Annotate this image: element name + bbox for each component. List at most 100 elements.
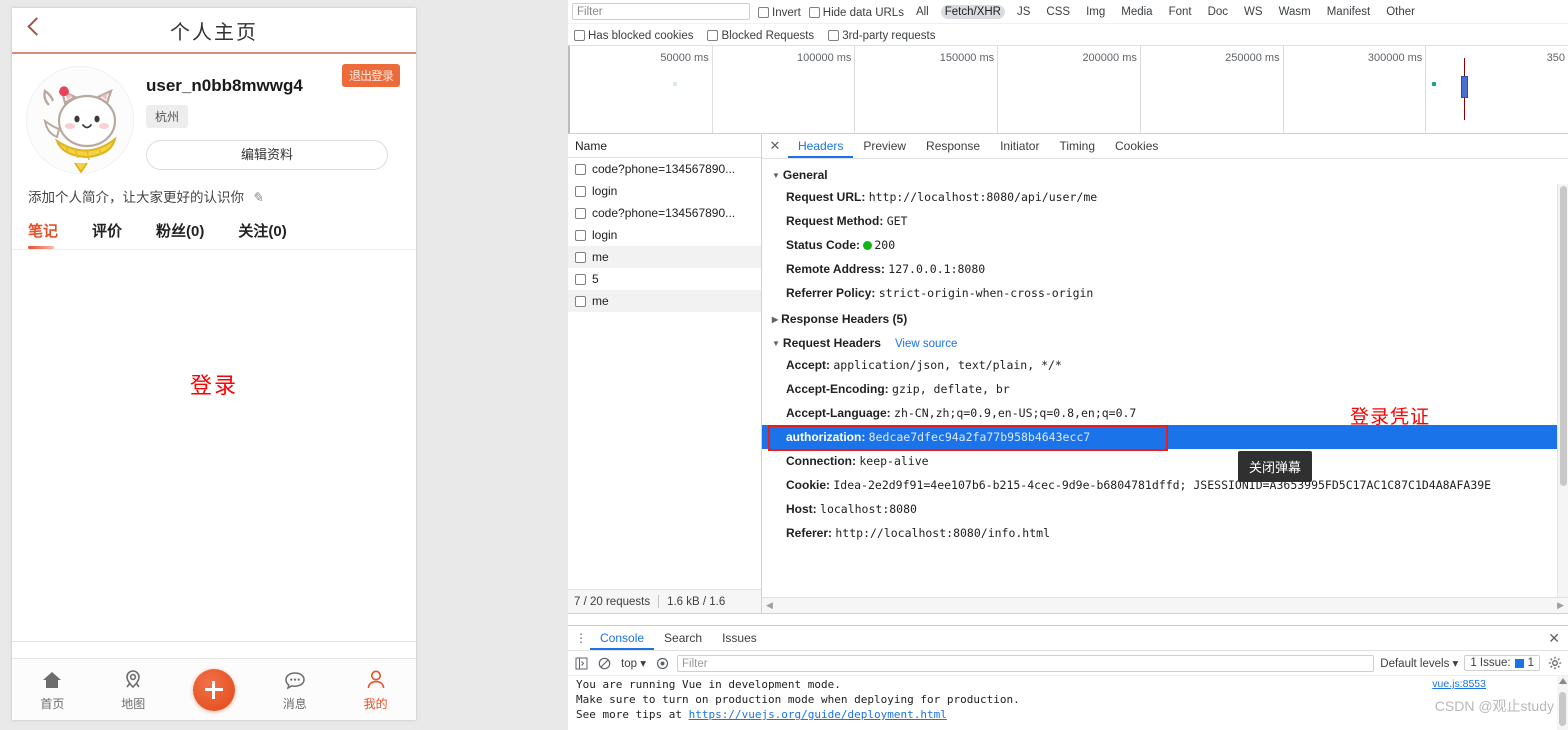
has-blocked-cookies-checkbox[interactable]: Has blocked cookies: [574, 28, 693, 42]
authorization-header-row[interactable]: authorization: 8edcae7dfec94a2fa77b958b4…: [762, 425, 1568, 449]
row-checkbox[interactable]: [575, 207, 586, 219]
close-icon[interactable]: ✕: [1548, 630, 1560, 647]
type-filter-doc[interactable]: Doc: [1204, 5, 1232, 19]
type-filter-js[interactable]: JS: [1013, 5, 1034, 19]
tabbar-item-publish[interactable]: [174, 668, 255, 711]
header-key: authorization:: [786, 430, 866, 444]
phone-screen: 个人主页 user_n0bb8mwwg4 杭州 编辑资料 退出登录 添加个人简介…: [12, 8, 416, 720]
log-levels-select[interactable]: Default levels ▾: [1380, 656, 1458, 670]
scroll-right-arrow[interactable]: ▶: [1557, 600, 1564, 611]
issues-count: 1: [1527, 657, 1534, 669]
tab-console[interactable]: Console: [590, 626, 655, 650]
log-source-link[interactable]: vue.js:8553: [1432, 677, 1486, 692]
bio-placeholder[interactable]: 添加个人简介，让大家更好的认识你 ✎: [12, 174, 416, 206]
table-row[interactable]: code?phone=134567890...: [568, 158, 761, 180]
tabbar-item-messages[interactable]: 消息: [254, 667, 335, 712]
edit-profile-button[interactable]: 编辑资料: [146, 140, 388, 170]
csdn-watermark: CSDN @观止study: [1434, 698, 1554, 714]
invert-label: Invert: [772, 6, 801, 19]
blocked-requests-checkbox[interactable]: Blocked Requests: [707, 28, 814, 42]
issues-button[interactable]: 1 Issue: 1: [1464, 655, 1540, 671]
execution-context-select[interactable]: top ▾: [619, 656, 648, 670]
view-source-link[interactable]: View source: [895, 338, 957, 350]
scrollbar-thumb[interactable]: [1560, 186, 1567, 486]
tab-reviews[interactable]: 评价: [92, 220, 122, 249]
console-vertical-scrollbar[interactable]: [1557, 676, 1568, 730]
row-checkbox[interactable]: [575, 273, 586, 285]
tabbar-item-home[interactable]: 首页: [12, 667, 93, 712]
overview-tick-6: 300000 ms: [1367, 52, 1423, 64]
row-checkbox[interactable]: [575, 295, 586, 307]
plus-button-icon[interactable]: [192, 668, 235, 711]
tabbar-item-map[interactable]: 地图: [93, 667, 174, 712]
row-checkbox[interactable]: [575, 229, 586, 241]
logout-button[interactable]: 退出登录: [341, 64, 400, 87]
table-row[interactable]: login: [568, 180, 761, 202]
tab-initiator[interactable]: Initiator: [990, 134, 1049, 158]
tab-response[interactable]: Response: [916, 134, 990, 158]
tab-headers[interactable]: Headers: [788, 134, 854, 158]
third-party-requests-checkbox[interactable]: 3rd-party requests: [828, 28, 936, 42]
type-filter-other[interactable]: Other: [1382, 5, 1419, 19]
table-row[interactable]: code?phone=134567890...: [568, 202, 761, 224]
authorization-row-wrapper: authorization: 8edcae7dfec94a2fa77b958b4…: [762, 425, 1568, 451]
table-row[interactable]: 5: [568, 268, 761, 290]
scroll-left-arrow[interactable]: ◀: [766, 600, 773, 611]
detail-vertical-scrollbar[interactable]: [1557, 184, 1568, 597]
tab-timing[interactable]: Timing: [1049, 134, 1105, 158]
close-danmaku-tooltip[interactable]: 关闭弹幕: [1238, 451, 1313, 482]
type-filter-manifest[interactable]: Manifest: [1323, 5, 1374, 19]
clear-console-icon[interactable]: [596, 655, 613, 672]
response-headers-section[interactable]: ▶ Response Headers (5): [762, 309, 1568, 329]
type-filter-font[interactable]: Font: [1165, 5, 1196, 19]
overview-cell: 200000 ms: [998, 46, 1141, 133]
type-filter-css[interactable]: CSS: [1042, 5, 1074, 19]
blocked-requests-label: Blocked Requests: [721, 29, 815, 42]
type-filter-media[interactable]: Media: [1117, 5, 1156, 19]
request-headers-section[interactable]: ▼ Request Headers View source: [762, 333, 1568, 353]
tab-following[interactable]: 关注(0): [238, 220, 286, 249]
row-checkbox[interactable]: [575, 163, 586, 175]
hide-data-urls-checkbox[interactable]: Hide data URLs: [808, 5, 904, 19]
invert-checkbox[interactable]: Invert: [758, 5, 801, 19]
network-filter-input[interactable]: Filter: [572, 3, 750, 20]
pencil-icon[interactable]: ✎: [252, 190, 263, 205]
tabbar-item-mine[interactable]: 我的: [335, 667, 416, 712]
scroll-up-arrow-icon[interactable]: [1559, 678, 1567, 684]
tab-preview[interactable]: Preview: [853, 134, 916, 158]
row-checkbox[interactable]: [575, 185, 586, 197]
scrollbar-thumb[interactable]: [1559, 692, 1566, 726]
type-filter-all[interactable]: All: [912, 5, 933, 19]
tab-cookies[interactable]: Cookies: [1105, 134, 1168, 158]
table-row-selected[interactable]: me: [568, 290, 761, 312]
tab-followers[interactable]: 粉丝(0): [156, 220, 204, 249]
column-header-name[interactable]: Name: [568, 134, 761, 158]
vuejs-deployment-link[interactable]: https://vuejs.org/guide/deployment.html: [689, 708, 947, 721]
request-name: code?phone=134567890...: [592, 162, 736, 176]
type-filter-wasm[interactable]: Wasm: [1275, 5, 1315, 19]
type-filter-fetch-xhr[interactable]: Fetch/XHR: [940, 4, 1005, 19]
console-sidebar-icon[interactable]: [573, 655, 590, 672]
console-filter-input[interactable]: Filter: [676, 654, 1375, 672]
header-key: Referrer Policy:: [786, 286, 876, 300]
context-label: top: [621, 658, 637, 670]
type-filter-img[interactable]: Img: [1082, 5, 1109, 19]
more-options-icon[interactable]: ⋮: [572, 631, 590, 645]
console-log-line: Make sure to turn on production mode whe…: [576, 693, 1020, 706]
row-checkbox[interactable]: [575, 251, 586, 263]
tab-notes[interactable]: 笔记: [28, 220, 58, 249]
type-filter-ws[interactable]: WS: [1240, 5, 1267, 19]
network-overview-timeline[interactable]: 50000 ms 100000 ms 150000 ms 200000 ms 2…: [568, 46, 1568, 134]
overview-cell: 150000 ms: [855, 46, 999, 133]
tab-search[interactable]: Search: [654, 626, 712, 650]
detail-horizontal-scrollbar[interactable]: ◀ ▶: [762, 597, 1568, 613]
close-icon[interactable]: ✕: [766, 138, 784, 154]
table-row-selected[interactable]: me: [568, 246, 761, 268]
table-row[interactable]: login: [568, 224, 761, 246]
general-section-header[interactable]: ▼ General: [762, 165, 1568, 185]
page-title: 个人主页: [170, 21, 258, 44]
tab-issues[interactable]: Issues: [712, 626, 767, 650]
gear-icon[interactable]: [1546, 655, 1563, 672]
console-settings-eye-icon[interactable]: [654, 655, 671, 672]
header-key: Remote Address:: [786, 262, 885, 276]
